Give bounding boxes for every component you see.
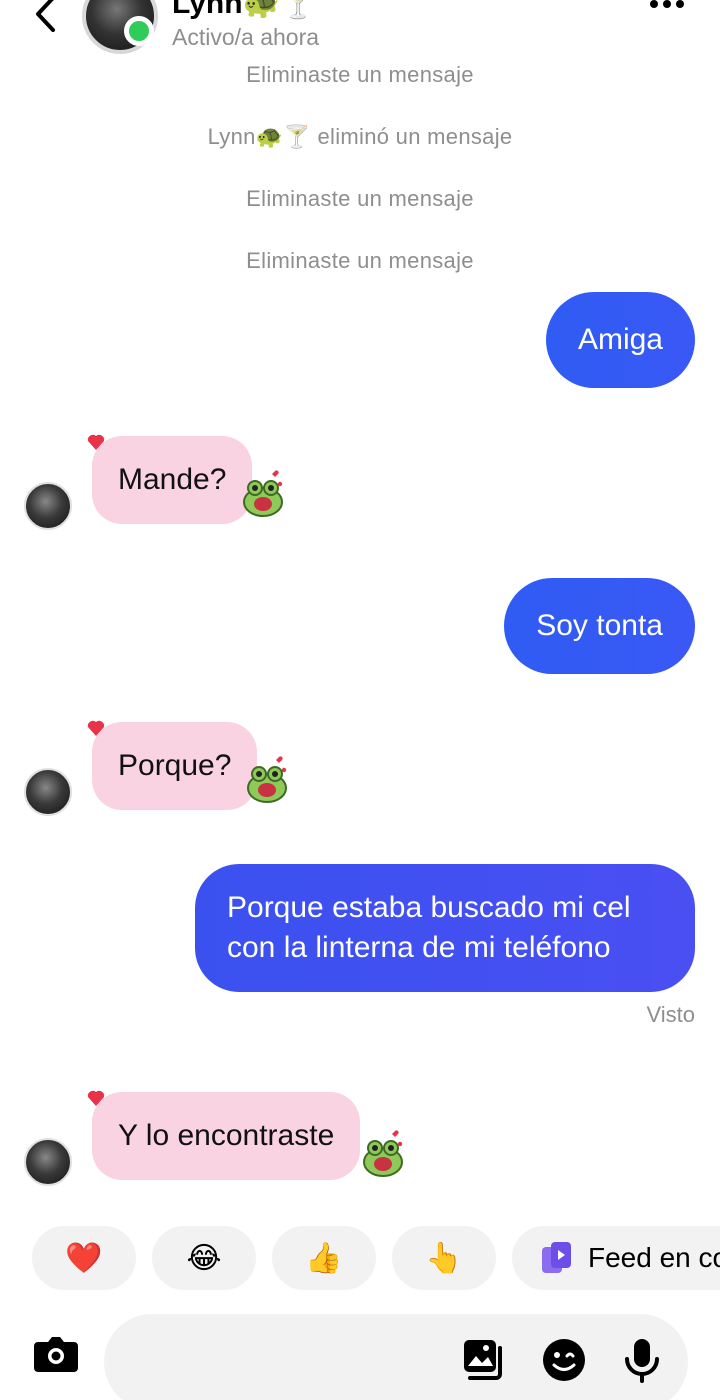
chat-header: Lynn🐢🍸 Activo/a ahora [0,0,720,60]
feed-label: Feed en co [588,1242,720,1273]
message-text: Porque? [118,749,232,782]
sticker-icon[interactable] [540,1336,588,1384]
quick-laugh-button[interactable]: 😂 [152,1226,256,1290]
frog-sticker-icon [363,1130,403,1177]
deleted-message-notice: Eliminaste un mensaje [246,186,474,211]
quick-heart-button[interactable]: ❤️ [32,1226,136,1290]
contact-avatar-small[interactable] [24,1138,72,1186]
contact-name[interactable]: Lynn🐢🍸 [172,0,317,21]
contact-avatar-small[interactable] [24,482,72,530]
heart-reaction-icon [87,1090,105,1106]
incoming-message-row: Y lo encontraste [0,1090,720,1192]
heart-reaction-icon [87,434,105,450]
online-status-dot [124,16,154,46]
thumbs-up-emoji: 👍 [305,1241,343,1275]
message-text: Mande? [118,463,227,496]
message-text: Y lo encontraste [118,1119,335,1152]
outgoing-message[interactable]: Amiga [545,292,695,388]
outgoing-message[interactable]: Porque estaba buscado mi cel con la lint… [195,864,695,992]
frog-sticker-icon [247,756,287,803]
contact-status: Activo/a ahora [172,24,320,50]
back-arrow-icon[interactable] [28,0,62,36]
contact-avatar-small[interactable] [24,768,72,816]
heart-emoji: ❤️ [65,1241,103,1275]
pointing-emoji: 👆 [425,1241,463,1275]
message-text-line-2: con la linterna de mi teléfono [227,931,611,964]
more-options-icon[interactable] [650,0,684,8]
deleted-message-notice: Lynn🐢🍸 eliminó un mensaje [207,124,513,149]
message-composer [0,1312,720,1400]
microphone-icon[interactable] [618,1336,666,1384]
deleted-message-notice: Eliminaste un mensaje [246,248,474,273]
incoming-message[interactable]: Y lo encontraste [87,1090,361,1180]
feed-share-button[interactable]: Feed en co [512,1226,720,1290]
incoming-message[interactable]: Porque? [87,720,258,810]
gallery-icon[interactable] [460,1336,508,1384]
laughing-emoji: 😂 [186,1241,222,1275]
incoming-message-row: Mande? [0,434,720,536]
camera-icon[interactable] [24,1322,88,1386]
frog-sticker-icon [243,470,283,517]
outgoing-message[interactable]: Soy tonta [504,578,695,674]
heart-reaction-icon [87,720,105,736]
deleted-message-notice: Eliminaste un mensaje [246,62,474,87]
incoming-message[interactable]: Mande? [87,434,253,524]
feed-icon [542,1242,571,1273]
incoming-message-row: Porque? [0,720,720,822]
quick-thumbs-up-button[interactable]: 👍 [272,1226,376,1290]
message-text: Amiga [577,323,663,356]
message-text: Soy tonta [536,609,663,642]
quick-reaction-bar: ❤️ 😂 👍 👆 Feed en co [32,1226,720,1290]
message-input[interactable] [104,1314,688,1400]
seen-indicator: Visto [646,1002,695,1027]
message-text-line-1: Porque estaba buscado mi cel [227,891,631,924]
quick-point-button[interactable]: 👆 [392,1226,496,1290]
